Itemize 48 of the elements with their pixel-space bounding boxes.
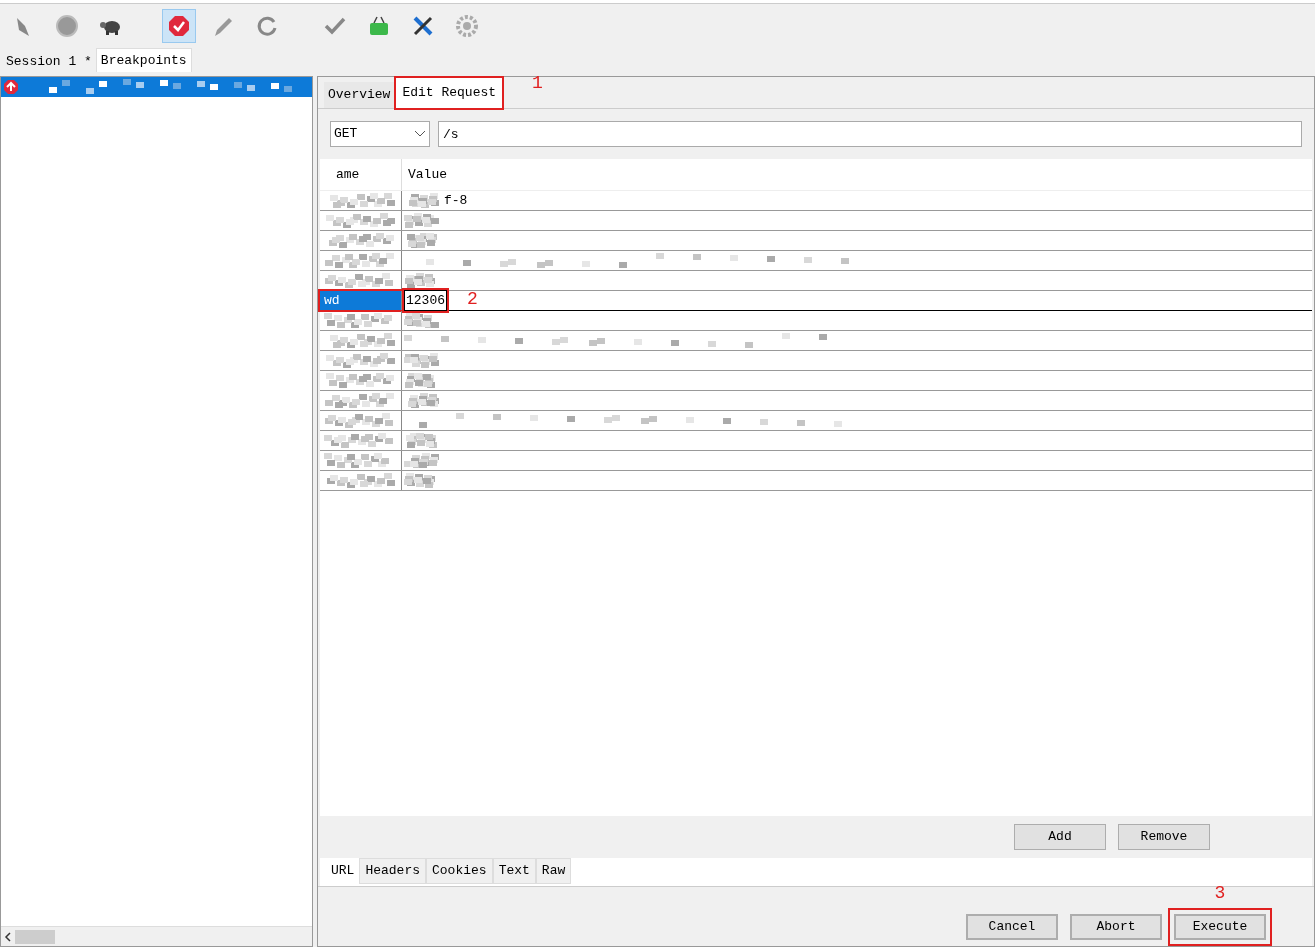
scrollbar-thumb[interactable] bbox=[15, 929, 55, 944]
table-button[interactable]: Remove bbox=[1118, 824, 1210, 850]
record-icon bbox=[55, 14, 79, 38]
mosaic-drawing bbox=[324, 372, 396, 389]
path-field[interactable]: /s bbox=[438, 121, 1302, 147]
format-tab[interactable]: Cookies bbox=[426, 858, 493, 884]
column-header: ame bbox=[320, 159, 402, 190]
mosaic-drawing bbox=[324, 352, 396, 369]
session-tab[interactable]: Session 1 * bbox=[2, 51, 96, 72]
breakpoint-icon bbox=[167, 14, 191, 38]
format-tab[interactable]: Raw bbox=[535, 858, 572, 884]
param-value[interactable]: f-8 bbox=[444, 190, 468, 211]
param-name-cell[interactable]: wd bbox=[320, 291, 402, 310]
table-button[interactable]: Add bbox=[1014, 824, 1106, 850]
mosaic-drawing bbox=[324, 412, 396, 429]
annotation-number: 1 bbox=[532, 73, 543, 93]
detail-tab[interactable]: Edit Request bbox=[396, 78, 503, 108]
request-row[interactable] bbox=[1, 77, 312, 97]
repeat-icon bbox=[255, 14, 279, 38]
action-button[interactable]: Cancel bbox=[966, 914, 1058, 940]
method-value: GET bbox=[334, 125, 358, 144]
mosaic-drawing bbox=[404, 312, 440, 329]
mosaic-drawing bbox=[404, 432, 440, 449]
chevron-down-icon bbox=[414, 130, 426, 138]
mosaic-drawing bbox=[324, 252, 396, 269]
mosaic-drawing bbox=[404, 452, 440, 469]
mosaic-drawing bbox=[324, 212, 396, 229]
mosaic-drawing bbox=[404, 352, 440, 369]
mosaic-drawing bbox=[324, 272, 396, 289]
mosaic-drawing bbox=[324, 392, 396, 409]
breakpoint-icon bbox=[3, 79, 19, 95]
mosaic-drawing bbox=[404, 232, 440, 249]
column-header: Value bbox=[407, 165, 448, 184]
param-name: wd bbox=[324, 291, 340, 310]
mosaic-drawing bbox=[404, 212, 440, 229]
annotation-number: 3 bbox=[1214, 882, 1226, 903]
settings-icon bbox=[455, 14, 479, 38]
mosaic-drawing bbox=[324, 432, 396, 449]
mosaic-drawing bbox=[324, 472, 396, 489]
basket-icon bbox=[367, 14, 391, 38]
action-button[interactable]: Abort bbox=[1070, 914, 1162, 940]
detail-tab[interactable]: Overview bbox=[324, 82, 395, 108]
method-dropdown[interactable]: GET bbox=[330, 121, 430, 147]
format-tab[interactable]: Text bbox=[492, 858, 536, 884]
format-tab[interactable]: Headers bbox=[359, 858, 426, 884]
annotation-number: 2 bbox=[467, 289, 478, 310]
param-value[interactable]: 12306 bbox=[404, 289, 447, 312]
session-tab[interactable]: Breakpoints bbox=[95, 48, 192, 72]
